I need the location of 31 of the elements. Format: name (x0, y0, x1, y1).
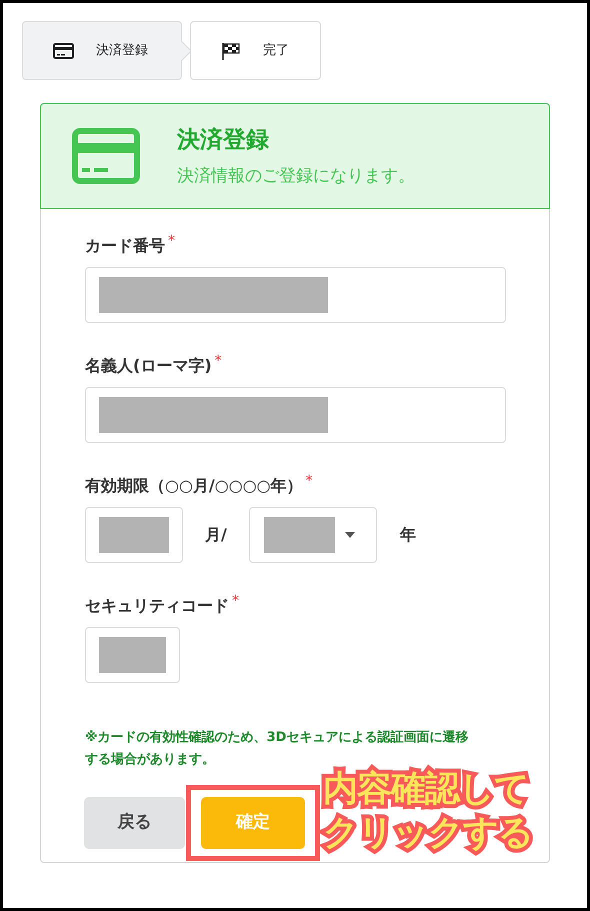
credit-card-icon (53, 42, 74, 58)
input-field[interactable] (85, 267, 506, 323)
redaction-block (99, 517, 169, 553)
credit-card-icon (72, 128, 140, 184)
redaction-block (99, 637, 166, 673)
field-label: 名義人(ローマ字) (85, 355, 212, 377)
step-label: 完了 (263, 42, 289, 60)
checkered-flag-icon (221, 42, 241, 60)
input-field[interactable] (85, 507, 183, 563)
annotation-text: 内容確認して (323, 768, 530, 811)
annotation-text: クリックする (323, 812, 533, 855)
step-tab[interactable]: 完了 (190, 21, 321, 80)
required-asterisk: * (168, 232, 175, 251)
header-title: 決済登録 (177, 126, 270, 155)
redaction-block (264, 517, 335, 553)
field-label: カード番号 (85, 235, 165, 257)
back-button[interactable]: 戻る (84, 797, 185, 849)
field-label: セキュリティコード (85, 595, 229, 617)
year-suffix: 年 (400, 524, 416, 546)
input-field[interactable] (85, 387, 506, 443)
required-asterisk: * (306, 472, 313, 491)
required-asterisk: * (214, 352, 222, 371)
header-subtitle: 決済情報のご登録になります。 (177, 164, 415, 188)
step-label: 決済登録 (96, 42, 148, 60)
note-text: ※カードの有効性確認のため、3Dセキュアによる認証画面に遷移する場合があります。 (85, 729, 470, 769)
dropdown-caret-icon (344, 532, 355, 538)
month-suffix: 月/ (205, 524, 227, 546)
field-label: 有効期限（○○月/○○○○年） (85, 475, 303, 497)
year-select[interactable] (248, 507, 377, 563)
required-asterisk: * (232, 592, 239, 611)
input-field[interactable] (85, 627, 180, 683)
